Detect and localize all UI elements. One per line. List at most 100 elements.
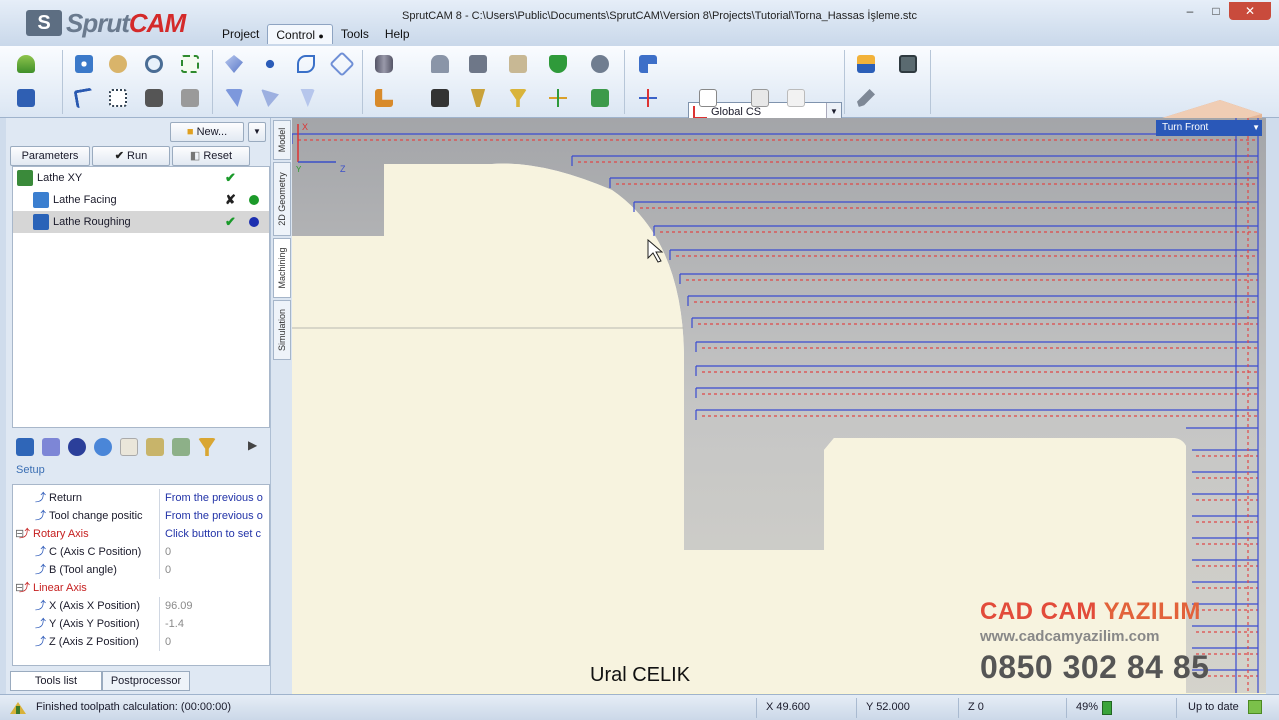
strategy-tab-icon[interactable] bbox=[146, 438, 164, 456]
fit-view-button[interactable] bbox=[176, 50, 204, 78]
print-button[interactable] bbox=[176, 84, 204, 112]
postprocess-button[interactable] bbox=[852, 50, 880, 78]
view-section-button[interactable] bbox=[256, 84, 284, 112]
settings-button[interactable] bbox=[852, 84, 880, 112]
property-row[interactable]: ⤴ Y (Axis Y Position) -1.4 bbox=[13, 615, 269, 633]
turret-button[interactable] bbox=[586, 50, 614, 78]
workpiece-button[interactable] bbox=[504, 50, 532, 78]
new-operation-button[interactable]: ■ New... bbox=[170, 122, 244, 142]
run-button[interactable]: ✔ Run bbox=[92, 146, 170, 166]
minimize-button[interactable]: – bbox=[1177, 2, 1203, 20]
status-dot-blue bbox=[249, 217, 259, 227]
cs-edit-button[interactable] bbox=[694, 84, 722, 112]
tab-model[interactable]: Model bbox=[273, 120, 291, 160]
snapshot-button[interactable] bbox=[140, 84, 168, 112]
drill-button[interactable] bbox=[464, 84, 492, 112]
stock-button[interactable] bbox=[370, 50, 398, 78]
chevron-right-icon[interactable]: ▶ bbox=[248, 438, 260, 456]
menu-help[interactable]: Help bbox=[377, 24, 418, 44]
logo-text: SprutCAM bbox=[66, 8, 186, 38]
property-name: B (Tool angle) bbox=[49, 564, 117, 576]
operation-tree: Lathe XY ✔ Lathe Facing ✘ Lathe Roughing… bbox=[12, 166, 270, 428]
tab-machining[interactable]: Machining bbox=[273, 238, 291, 298]
property-row[interactable]: ⤴ B (Tool angle) 0 bbox=[13, 561, 269, 579]
cs-origin-button[interactable] bbox=[634, 84, 662, 112]
select-button[interactable] bbox=[70, 84, 98, 112]
view-solid-button[interactable] bbox=[220, 84, 248, 112]
ok-check-icon: ✔ bbox=[225, 170, 236, 185]
origin-button[interactable] bbox=[544, 84, 572, 112]
property-name: Tool change positic bbox=[49, 510, 143, 522]
property-value[interactable]: From the previous o bbox=[159, 507, 267, 525]
property-value[interactable]: -1.4 bbox=[159, 615, 267, 633]
view-curves-button[interactable] bbox=[292, 50, 320, 78]
stock-tab-icon[interactable] bbox=[68, 438, 86, 456]
property-row[interactable]: ⤴ Tool change positic From the previous o bbox=[13, 507, 269, 525]
property-row[interactable]: ⊟ ⤴ Linear Axis bbox=[13, 579, 269, 597]
menu-control[interactable]: Control ● bbox=[267, 24, 333, 44]
simulation-button[interactable] bbox=[634, 50, 662, 78]
fixture-button[interactable] bbox=[370, 84, 398, 112]
pan-button[interactable] bbox=[70, 50, 98, 78]
view-shaded-button[interactable] bbox=[220, 50, 248, 78]
holder-button[interactable] bbox=[586, 84, 614, 112]
save-button[interactable] bbox=[12, 84, 40, 112]
rotate-button[interactable] bbox=[104, 50, 132, 78]
property-row[interactable]: ⤴ Z (Axis Z Position) 0 bbox=[13, 633, 269, 651]
tool-tab-icon[interactable] bbox=[42, 438, 60, 456]
property-value[interactable]: 0 bbox=[159, 561, 267, 579]
funnel-button[interactable] bbox=[504, 84, 532, 112]
operation-lathe-xy[interactable]: Lathe XY ✔ bbox=[13, 167, 269, 189]
window-title: SprutCAM 8 - C:\Users\Public\Documents\S… bbox=[402, 10, 917, 22]
view-orientation-select[interactable]: Turn Front ▼ bbox=[1156, 120, 1262, 136]
tab-2d-geometry[interactable]: 2D Geometry bbox=[273, 162, 291, 236]
funnel-icon bbox=[509, 89, 527, 107]
menu-project[interactable]: Project bbox=[214, 24, 267, 44]
parameters-button[interactable]: Parameters bbox=[10, 146, 90, 166]
property-value[interactable]: 0 bbox=[159, 543, 267, 561]
chuck-button[interactable] bbox=[426, 84, 454, 112]
operation-lathe-facing[interactable]: Lathe Facing ✘ bbox=[13, 189, 269, 211]
new-cs-button[interactable] bbox=[746, 84, 774, 112]
window-select-button[interactable] bbox=[104, 84, 132, 112]
reset-icon: ◧ bbox=[189, 150, 201, 162]
operation-lathe-roughing[interactable]: Lathe Roughing ✔ bbox=[13, 211, 269, 233]
setup-tab-icon[interactable] bbox=[16, 438, 34, 456]
magnifier-icon bbox=[145, 55, 163, 73]
cs-edit-icon bbox=[699, 89, 717, 107]
machine-button[interactable] bbox=[426, 50, 454, 78]
property-value[interactable]: Click button to set c bbox=[159, 525, 267, 543]
zoom-button[interactable] bbox=[140, 50, 168, 78]
tab-tools-list[interactable]: Tools list bbox=[10, 671, 102, 691]
feeds-tab-icon[interactable] bbox=[120, 438, 138, 456]
property-row[interactable]: ⊟ ⤴ Rotary Axis Click button to set c bbox=[13, 525, 269, 543]
import-model-button[interactable] bbox=[12, 50, 40, 78]
graphics-viewport[interactable]: Turn Front ▼ X Z Y CAD CAM YAZILIM www.ca… bbox=[292, 118, 1266, 694]
property-value[interactable]: From the previous o bbox=[159, 489, 267, 507]
tab-simulation[interactable]: Simulation bbox=[273, 300, 291, 360]
property-value[interactable]: 96.09 bbox=[159, 597, 267, 615]
table-tab-icon[interactable] bbox=[172, 438, 190, 456]
gear-icon[interactable] bbox=[94, 438, 112, 456]
reset-button[interactable]: ◧ Reset bbox=[172, 146, 250, 166]
operation-label: Lathe XY bbox=[37, 172, 83, 184]
property-row[interactable]: ⤴ X (Axis X Position) 96.09 bbox=[13, 597, 269, 615]
window-controls: – □ ✕ bbox=[1177, 2, 1271, 20]
new-dropdown-button[interactable]: ▼ bbox=[248, 122, 266, 142]
menu-tools[interactable]: Tools bbox=[333, 24, 377, 44]
property-value[interactable]: 0 bbox=[159, 633, 267, 651]
delete-cs-button[interactable] bbox=[782, 84, 810, 112]
green-part-button[interactable] bbox=[544, 50, 572, 78]
view-transparent-button[interactable] bbox=[292, 84, 320, 112]
close-button[interactable]: ✕ bbox=[1229, 2, 1271, 20]
property-row[interactable]: ⤴ C (Axis C Position) 0 bbox=[13, 543, 269, 561]
view-wireframe-button[interactable] bbox=[328, 50, 356, 78]
view-points-button[interactable] bbox=[256, 50, 284, 78]
tab-postprocessor[interactable]: Postprocessor bbox=[102, 671, 190, 691]
property-row[interactable]: ⤴ Return From the previous o bbox=[13, 489, 269, 507]
tool-head-button[interactable] bbox=[464, 50, 492, 78]
nc-program-button[interactable] bbox=[894, 50, 922, 78]
filter-icon[interactable] bbox=[198, 438, 216, 456]
ribbon-separator bbox=[212, 50, 213, 114]
maximize-button[interactable]: □ bbox=[1203, 2, 1229, 20]
